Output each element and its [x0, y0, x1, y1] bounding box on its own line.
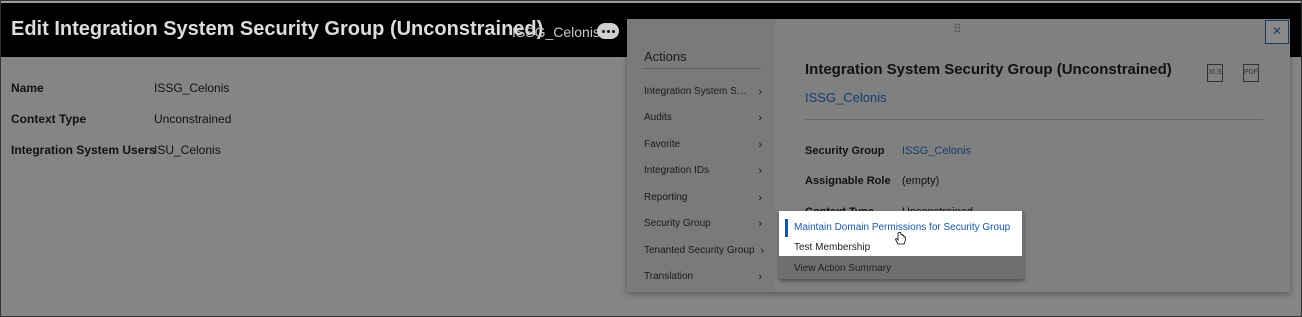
- window-frame: [0, 0, 1302, 317]
